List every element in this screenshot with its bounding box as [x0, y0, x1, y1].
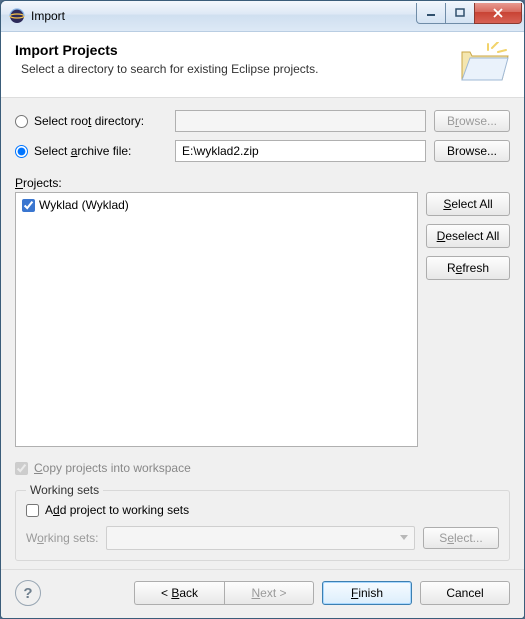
working-sets-select-button: Select... [423, 527, 499, 549]
projects-area: Wyklad (Wyklad) Select All Deselect All … [15, 192, 510, 447]
window-controls [417, 3, 522, 23]
add-to-working-sets-checkbox[interactable] [26, 504, 39, 517]
select-all-button[interactable]: Select All [426, 192, 510, 216]
root-directory-label: Select root directory: [34, 114, 144, 128]
working-sets-row: Working sets: Select... [26, 526, 499, 550]
archive-file-radio[interactable] [15, 145, 28, 158]
titlebar[interactable]: Import [1, 1, 524, 32]
finish-button[interactable]: Finish [322, 581, 412, 605]
eclipse-icon [9, 8, 25, 24]
working-sets-group: Working sets Add project to working sets… [15, 483, 510, 561]
projects-list[interactable]: Wyklad (Wyklad) [15, 192, 418, 447]
minimize-button[interactable] [416, 3, 446, 24]
import-folder-icon [458, 42, 510, 89]
wizard-header: Import Projects Select a directory to se… [1, 32, 524, 98]
archive-file-input[interactable] [175, 140, 426, 162]
dialog-window: Import Import Projects Select a director… [0, 0, 525, 619]
root-directory-option[interactable]: Select root directory: [15, 114, 175, 128]
page-subtitle: Select a directory to search for existin… [15, 62, 318, 76]
next-button: Next > [224, 581, 314, 605]
project-checkbox[interactable] [22, 199, 35, 212]
deselect-all-button[interactable]: Deselect All [426, 224, 510, 248]
archive-file-row: Select archive file: Browse... [15, 140, 510, 162]
archive-file-option[interactable]: Select archive file: [15, 144, 175, 158]
list-item[interactable]: Wyklad (Wyklad) [22, 197, 411, 213]
wizard-content: Select root directory: Browse... Select … [1, 98, 524, 569]
refresh-button[interactable]: Refresh [426, 256, 510, 280]
browse-archive-button[interactable]: Browse... [434, 140, 510, 162]
help-icon[interactable]: ? [15, 580, 41, 606]
page-title: Import Projects [15, 42, 318, 58]
projects-buttons: Select All Deselect All Refresh [426, 192, 510, 447]
projects-label: Projects: [15, 176, 510, 190]
back-button[interactable]: < Back [134, 581, 224, 605]
cancel-button[interactable]: Cancel [420, 581, 510, 605]
root-directory-radio[interactable] [15, 115, 28, 128]
working-sets-combo [106, 526, 415, 550]
add-to-working-sets[interactable]: Add project to working sets [26, 503, 499, 518]
copy-into-workspace: Copy projects into workspace [15, 461, 510, 475]
window-title: Import [31, 9, 65, 23]
maximize-button[interactable] [445, 3, 475, 24]
root-directory-row: Select root directory: Browse... [15, 110, 510, 132]
working-sets-combo-label: Working sets: [26, 531, 106, 545]
add-to-working-sets-label: Add project to working sets [45, 503, 189, 518]
wizard-buttons: < Back Next > Finish Cancel [126, 581, 510, 605]
archive-file-label: Select archive file: [34, 144, 131, 158]
copy-checkbox [15, 462, 28, 475]
close-button[interactable] [474, 3, 522, 24]
copy-label: Copy projects into workspace [34, 461, 191, 475]
root-directory-input[interactable] [175, 110, 426, 132]
working-sets-legend: Working sets [26, 483, 103, 497]
project-label: Wyklad (Wyklad) [39, 198, 129, 212]
browse-root-button[interactable]: Browse... [434, 110, 510, 132]
wizard-footer: ? < Back Next > Finish Cancel [1, 569, 524, 618]
